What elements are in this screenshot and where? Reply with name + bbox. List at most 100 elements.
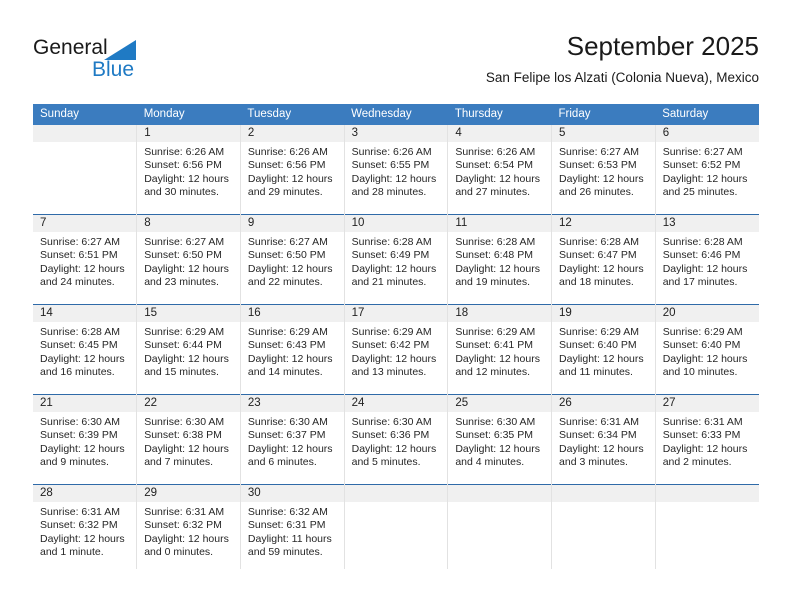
day-sun-info: Sunrise: 6:29 AM Sunset: 6:43 PM Daylight:… [241, 322, 344, 380]
calendar-day-cell[interactable]: 15 Sunrise: 6:29 AM Sunset: 6:44 PM Dayligh… [136, 304, 241, 395]
day-number: 20 [655, 305, 759, 322]
calendar-day-cell[interactable]: 6 Sunrise: 6:27 AM Sunset: 6:52 PM Daylight… [654, 125, 759, 215]
calendar-day-cell[interactable]: 12 Sunrise: 6:28 AM Sunset: 6:47 PM Dayligh… [551, 214, 656, 305]
brand-logo[interactable]: General Blue [33, 36, 183, 84]
calendar-day-cell[interactable]: 14 Sunrise: 6:28 AM Sunset: 6:45 PM Dayligh… [33, 304, 137, 395]
daylight-text-line1: Daylight: 12 hours [662, 262, 748, 275]
sunset-text: Sunset: 6:46 PM [662, 249, 741, 262]
day-sun-info: Sunrise: 6:30 AM Sunset: 6:38 PM Daylight:… [137, 412, 240, 470]
calendar-day-cell[interactable]: 2 Sunrise: 6:26 AM Sunset: 6:56 PM Daylight… [239, 125, 345, 215]
daylight-text-line2: and 30 minutes. [144, 186, 219, 199]
calendar-day-cell[interactable]: 28 Sunrise: 6:31 AM Sunset: 6:32 PM Dayligh… [33, 484, 137, 569]
day-number: 2 [240, 125, 344, 142]
sunset-text: Sunset: 6:34 PM [559, 429, 637, 442]
day-number: 3 [344, 125, 448, 142]
day-number: 29 [137, 485, 240, 502]
brand-name-general: General [33, 36, 108, 59]
day-number: 15 [137, 305, 240, 322]
day-sun-info: Sunrise: 6:30 AM Sunset: 6:37 PM Daylight:… [241, 412, 344, 470]
sunset-text: Sunset: 6:47 PM [559, 249, 637, 262]
calendar-day-cell[interactable]: 17 Sunrise: 6:29 AM Sunset: 6:42 PM Dayligh… [343, 304, 448, 395]
daylight-text-line1: Daylight: 12 hours [247, 172, 333, 185]
calendar-day-cell[interactable]: 29 Sunrise: 6:31 AM Sunset: 6:32 PM Dayligh… [136, 484, 241, 569]
calendar-day-cell[interactable]: 4 Sunrise: 6:26 AM Sunset: 6:54 PM Daylight… [447, 125, 552, 215]
daylight-text-line1: Daylight: 12 hours [455, 172, 540, 185]
calendar-week-row: 7 Sunrise: 6:27 AM Sunset: 6:51 PM Daylight… [33, 214, 759, 305]
sunrise-text: Sunrise: 6:29 AM [455, 326, 536, 338]
day-number: 1 [137, 125, 240, 142]
day-sun-info: Sunrise: 6:28 AM Sunset: 6:45 PM Daylight:… [33, 322, 136, 380]
sunrise-text: Sunrise: 6:29 AM [247, 326, 328, 338]
sunrise-text: Sunrise: 6:27 AM [40, 236, 120, 248]
sunset-text: Sunset: 6:31 PM [247, 519, 326, 532]
calendar-day-cell[interactable]: 10 Sunrise: 6:28 AM Sunset: 6:49 PM Dayligh… [343, 214, 448, 305]
calendar-empty-cell [447, 484, 552, 569]
day-number: 6 [655, 125, 759, 142]
day-sun-info: Sunrise: 6:26 AM Sunset: 6:54 PM Daylight:… [448, 142, 551, 200]
day-sun-info: Sunrise: 6:29 AM Sunset: 6:40 PM Daylight:… [552, 322, 655, 380]
sunrise-text: Sunrise: 6:29 AM [144, 326, 225, 338]
sunrise-text: Sunrise: 6:29 AM [662, 326, 743, 338]
day-sun-info: Sunrise: 6:26 AM Sunset: 6:56 PM Daylight:… [137, 142, 240, 200]
sunrise-text: Sunrise: 6:31 AM [40, 506, 120, 518]
calendar-week-row: 14 Sunrise: 6:28 AM Sunset: 6:45 PM Dayligh… [33, 304, 759, 395]
day-number: 24 [344, 395, 448, 412]
sunrise-text: Sunrise: 6:26 AM [247, 146, 328, 158]
calendar-day-cell[interactable]: 13 Sunrise: 6:28 AM Sunset: 6:46 PM Dayligh… [654, 214, 759, 305]
sunset-text: Sunset: 6:40 PM [662, 339, 741, 352]
calendar-day-cell[interactable]: 8 Sunrise: 6:27 AM Sunset: 6:50 PM Daylight… [136, 214, 241, 305]
calendar-day-cell[interactable]: 26 Sunrise: 6:31 AM Sunset: 6:34 PM Dayligh… [551, 394, 656, 485]
daylight-text-line1: Daylight: 12 hours [40, 442, 125, 455]
calendar-day-cell[interactable]: 11 Sunrise: 6:28 AM Sunset: 6:48 PM Dayligh… [447, 214, 552, 305]
day-sun-info: Sunrise: 6:27 AM Sunset: 6:52 PM Daylight:… [656, 142, 759, 200]
sunrise-text: Sunrise: 6:27 AM [662, 146, 743, 158]
calendar-day-cell[interactable]: 20 Sunrise: 6:29 AM Sunset: 6:40 PM Dayligh… [654, 304, 759, 395]
day-sun-info: Sunrise: 6:28 AM Sunset: 6:49 PM Daylight:… [345, 232, 448, 290]
sunrise-text: Sunrise: 6:30 AM [144, 416, 225, 428]
daylight-text-line1: Daylight: 12 hours [40, 352, 125, 365]
calendar-day-cell[interactable]: 22 Sunrise: 6:30 AM Sunset: 6:38 PM Dayligh… [136, 394, 241, 485]
sunrise-text: Sunrise: 6:31 AM [662, 416, 743, 428]
daylight-text-line1: Daylight: 12 hours [40, 262, 125, 275]
daylight-text-line1: Daylight: 12 hours [247, 352, 333, 365]
calendar-day-cell[interactable]: 18 Sunrise: 6:29 AM Sunset: 6:41 PM Dayligh… [447, 304, 552, 395]
daylight-text-line2: and 16 minutes. [40, 366, 115, 379]
day-number: 22 [137, 395, 240, 412]
calendar-day-cell[interactable]: 5 Sunrise: 6:27 AM Sunset: 6:53 PM Daylight… [551, 125, 656, 215]
daylight-text-line2: and 26 minutes. [559, 186, 634, 199]
day-number: 11 [448, 215, 552, 232]
calendar-empty-cell [654, 484, 759, 569]
sunset-text: Sunset: 6:32 PM [144, 519, 222, 532]
calendar-header-row: Sunday Monday Tuesday Wednesday Thursday… [33, 104, 759, 125]
calendar-day-cell[interactable]: 21 Sunrise: 6:30 AM Sunset: 6:39 PM Dayligh… [33, 394, 137, 485]
calendar-day-cell[interactable]: 19 Sunrise: 6:29 AM Sunset: 6:40 PM Dayligh… [551, 304, 656, 395]
calendar-day-cell[interactable]: 16 Sunrise: 6:29 AM Sunset: 6:43 PM Dayligh… [239, 304, 345, 395]
day-number: 18 [448, 305, 552, 322]
day-sun-info: Sunrise: 6:29 AM Sunset: 6:40 PM Daylight:… [656, 322, 759, 380]
calendar-day-cell[interactable]: 1 Sunrise: 6:26 AM Sunset: 6:56 PM Daylight… [136, 125, 241, 215]
day-sun-info: Sunrise: 6:31 AM Sunset: 6:32 PM Daylight:… [137, 502, 240, 560]
calendar-day-cell[interactable]: 3 Sunrise: 6:26 AM Sunset: 6:55 PM Daylight… [343, 125, 448, 215]
day-sun-info: Sunrise: 6:27 AM Sunset: 6:50 PM Daylight:… [241, 232, 344, 290]
sunrise-text: Sunrise: 6:29 AM [351, 326, 432, 338]
sunset-text: Sunset: 6:38 PM [144, 429, 222, 442]
calendar-day-cell[interactable]: 30 Sunrise: 6:32 AM Sunset: 6:31 PM Dayligh… [239, 484, 345, 569]
sunrise-text: Sunrise: 6:26 AM [144, 146, 225, 158]
daylight-text-line2: and 14 minutes. [247, 366, 323, 379]
sunrise-text: Sunrise: 6:31 AM [559, 416, 639, 428]
daylight-text-line1: Daylight: 12 hours [247, 262, 333, 275]
page-title: September 2025 [566, 31, 759, 61]
sunrise-text: Sunrise: 6:27 AM [559, 146, 639, 158]
calendar-day-cell[interactable]: 9 Sunrise: 6:27 AM Sunset: 6:50 PM Daylight… [239, 214, 345, 305]
sunrise-text: Sunrise: 6:30 AM [40, 416, 120, 428]
calendar-day-cell[interactable]: 25 Sunrise: 6:30 AM Sunset: 6:35 PM Dayligh… [447, 394, 552, 485]
calendar-day-cell[interactable]: 23 Sunrise: 6:30 AM Sunset: 6:37 PM Dayligh… [239, 394, 345, 485]
calendar-day-cell[interactable]: 24 Sunrise: 6:30 AM Sunset: 6:36 PM Dayligh… [343, 394, 448, 485]
daylight-text-line1: Daylight: 12 hours [455, 352, 540, 365]
calendar-day-cell[interactable]: 27 Sunrise: 6:31 AM Sunset: 6:33 PM Dayligh… [654, 394, 759, 485]
calendar-table: Sunday Monday Tuesday Wednesday Thursday… [33, 104, 759, 569]
calendar-day-cell[interactable]: 7 Sunrise: 6:27 AM Sunset: 6:51 PM Daylight… [33, 214, 137, 305]
sunrise-text: Sunrise: 6:28 AM [559, 236, 639, 248]
daylight-text-line1: Daylight: 12 hours [247, 442, 333, 455]
day-sun-info: Sunrise: 6:27 AM Sunset: 6:50 PM Daylight:… [137, 232, 240, 290]
